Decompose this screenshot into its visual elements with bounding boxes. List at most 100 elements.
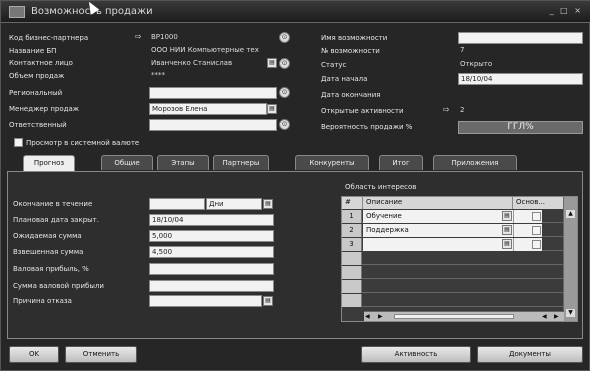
table-row[interactable]: 3 ▤ <box>342 238 564 251</box>
opportunity-window: Возможность продажи _ □ × Код бизнес-пар… <box>0 0 590 371</box>
scroll-thumb[interactable] <box>394 314 514 319</box>
weighted-amount-label: Взвешенная сумма <box>13 248 84 256</box>
expected-amount-label: Ожидаемая сумма <box>13 232 82 240</box>
open-activities-field: 2 <box>460 106 465 114</box>
row-description[interactable]: Обучение <box>363 210 513 223</box>
region-select-icon[interactable]: ⊙ <box>279 87 290 98</box>
table-row <box>342 266 564 279</box>
planned-close-field[interactable]: 18/10/04 <box>149 214 274 226</box>
region-field[interactable] <box>149 87 277 99</box>
vertical-scrollbar[interactable]: ▲ ▼ <box>563 197 577 321</box>
close-within-label: Окончание в течение <box>13 200 93 208</box>
scroll-left-icon[interactable]: ◀ <box>365 313 373 320</box>
table-row <box>342 294 564 307</box>
weighted-amount-field[interactable]: 4,500 <box>149 246 274 258</box>
sales-volume-field: **** <box>151 71 165 79</box>
bp-name-label: Название БП <box>9 47 57 55</box>
tab-summary[interactable]: Итог <box>379 155 423 170</box>
bp-code-label: Код бизнес-партнера <box>9 34 89 42</box>
scroll-right-icon[interactable]: ▶ <box>378 313 386 320</box>
row-number <box>342 252 362 265</box>
tab-stages[interactable]: Этапы <box>157 155 209 170</box>
close-within-unit-dropdown-icon[interactable]: ▤ <box>263 199 273 209</box>
horizontal-scrollbar[interactable]: ◀ ▶ ◀ ▶ <box>364 311 564 321</box>
row-number: 2 <box>342 224 362 237</box>
open-activities-link-icon[interactable]: ⇨ <box>443 105 450 114</box>
start-date-label: Дата начала <box>321 75 368 83</box>
rejection-reason-dropdown-icon[interactable]: ▤ <box>263 296 273 306</box>
responsible-field[interactable] <box>149 119 277 131</box>
row-number: 3 <box>342 238 362 251</box>
scroll-end-left-icon[interactable]: ◀ <box>542 313 550 320</box>
table-row[interactable]: 2 Поддержка ▤ <box>342 224 564 237</box>
gross-profit-pct-label: Валовая прибыль, % <box>13 265 89 273</box>
window-controls[interactable]: _ □ × <box>550 6 583 15</box>
row-number <box>342 294 362 307</box>
interests-title: Область интересов <box>345 183 417 191</box>
system-currency-checkbox[interactable] <box>14 138 23 147</box>
responsible-label: Ответственный <box>9 121 67 129</box>
bp-code-select-icon[interactable]: ⊙ <box>279 32 290 43</box>
row-primary-checkbox[interactable] <box>532 226 541 235</box>
bp-name-field[interactable]: ООО НИИ Компьютерные тех <box>149 45 279 57</box>
gross-profit-sum-field[interactable] <box>149 280 274 292</box>
contact-list-icon[interactable]: ▤ <box>267 58 277 68</box>
region-label: Региональный <box>9 89 63 97</box>
row-description[interactable] <box>363 238 513 251</box>
opportunity-number-label: № возможности <box>321 47 380 55</box>
row-list-icon[interactable]: ▤ <box>502 211 512 221</box>
gross-profit-sum-label: Сумма валовой прибыли <box>13 282 104 290</box>
row-list-icon[interactable]: ▤ <box>502 225 512 235</box>
opportunity-name-field[interactable] <box>458 32 583 44</box>
row-number: 1 <box>342 210 362 223</box>
tab-competitors[interactable]: Конкуренты <box>295 155 369 170</box>
row-list-icon[interactable]: ▤ <box>502 239 512 249</box>
system-currency-label: Просмотр в системной валюте <box>26 139 140 147</box>
gross-profit-pct-field[interactable] <box>149 263 274 275</box>
probability-label: Вероятность продажи % <box>321 123 413 131</box>
probability-field[interactable]: ГГЛ% <box>458 121 583 134</box>
row-primary-checkbox[interactable] <box>532 212 541 221</box>
sales-manager-field[interactable]: Морозов Елена <box>149 103 267 115</box>
scroll-up-icon[interactable]: ▲ <box>566 210 575 218</box>
row-description[interactable]: Поддержка <box>363 224 513 237</box>
sales-manager-list-icon[interactable]: ▤ <box>267 104 277 114</box>
scroll-end-right-icon[interactable]: ▶ <box>554 313 562 320</box>
tab-general[interactable]: Общие <box>101 155 153 170</box>
status-label: Статус <box>321 61 347 69</box>
tab-forecast[interactable]: Прогноз <box>23 155 75 171</box>
rejection-reason-field[interactable] <box>149 295 262 307</box>
link-arrow-icon[interactable]: ⇨ <box>135 32 142 41</box>
contact-label: Контактное лицо <box>9 59 73 67</box>
documents-button[interactable]: Документы <box>477 346 583 363</box>
close-within-field[interactable] <box>149 198 205 210</box>
end-date-label: Дата окончания <box>321 91 381 99</box>
opportunity-number-field: 7 <box>460 46 465 54</box>
row-primary-checkbox[interactable] <box>532 240 541 249</box>
sales-volume-label: Объем продаж <box>9 72 65 80</box>
table-row[interactable]: 1 Обучение ▤ <box>342 210 564 223</box>
interests-table[interactable]: # Описание Основ... 1 Обучение ▤ 2 Подде… <box>341 196 578 322</box>
contact-field[interactable]: Иванченко Станислав <box>149 58 267 70</box>
window-icon <box>9 6 25 18</box>
status-field: Открыто <box>460 60 493 68</box>
responsible-select-icon[interactable]: ⊙ <box>279 119 290 130</box>
interests-header-desc[interactable]: Описание <box>363 197 513 209</box>
scroll-down-icon[interactable]: ▼ <box>566 309 575 317</box>
contact-select-icon[interactable]: ⊙ <box>279 58 290 69</box>
row-number <box>342 280 362 293</box>
table-row <box>342 280 564 293</box>
interests-header-primary[interactable]: Основ... <box>513 197 564 209</box>
ok-button[interactable]: OK <box>9 346 59 363</box>
close-within-unit-field[interactable]: Дни <box>206 198 262 210</box>
rejection-reason-label: Причина отказа <box>13 297 72 305</box>
expected-amount-field[interactable]: 5,000 <box>149 230 274 242</box>
activity-button[interactable]: Активность <box>361 346 471 363</box>
bp-code-field[interactable]: BP1000 <box>149 32 279 44</box>
tab-partners[interactable]: Партнеры <box>213 155 269 170</box>
cancel-button[interactable]: Отменить <box>65 346 137 363</box>
start-date-field[interactable]: 18/10/04 <box>458 73 583 85</box>
open-activities-label: Открытые активности <box>321 107 404 115</box>
tab-attachments[interactable]: Приложения <box>433 155 517 170</box>
end-date-field <box>458 89 583 101</box>
